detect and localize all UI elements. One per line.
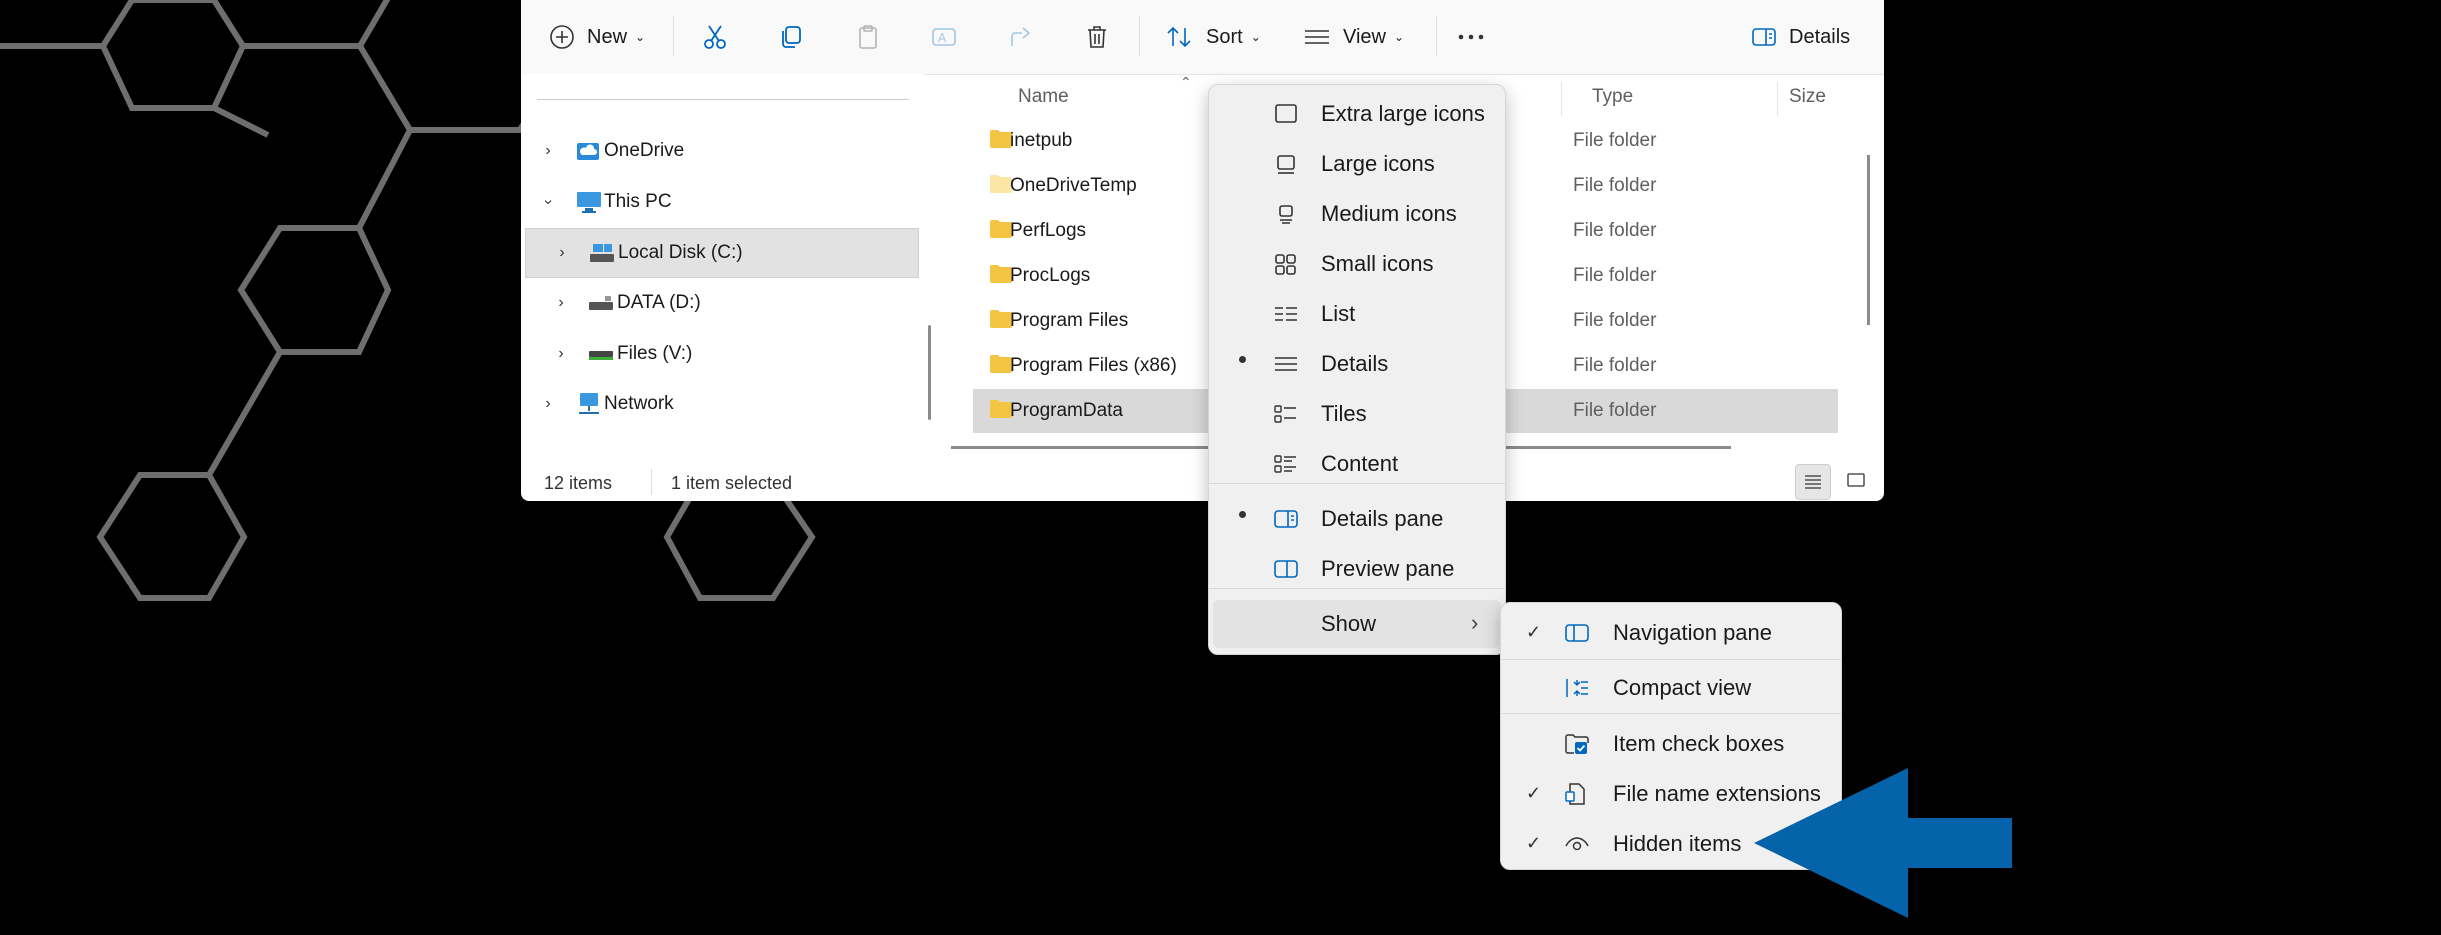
callout-arrow: [1754, 768, 2012, 918]
